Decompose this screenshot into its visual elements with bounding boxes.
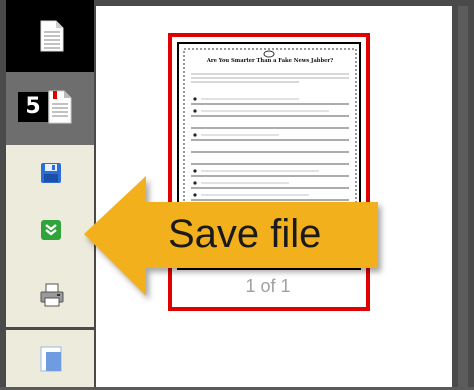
pages-icon [48, 90, 72, 124]
download-chevron-icon [41, 220, 61, 240]
download-button[interactable] [6, 205, 94, 265]
page-indicator: 1 of 1 [245, 276, 291, 296]
page-view-button[interactable] [6, 330, 94, 390]
document-tool-button[interactable] [6, 0, 94, 72]
scrollbar-track[interactable] [458, 6, 468, 387]
worksheet-graphic [183, 48, 357, 268]
worksheet-title: Are You Smarter Than a Fake News Jabber? [206, 58, 334, 64]
pages-button[interactable]: 5 [6, 72, 94, 145]
save-button[interactable] [6, 148, 94, 208]
document-icon [40, 20, 64, 52]
print-button[interactable] [6, 265, 94, 325]
printer-icon [40, 283, 64, 307]
left-toolbar: 5 [6, 0, 94, 387]
save-icon [41, 163, 61, 183]
page-thumbnail[interactable]: Are You Smarter Than a Fake News Jabber? [177, 42, 361, 270]
page-view-icon [40, 346, 62, 372]
pages-count-badge: 5 [18, 92, 48, 122]
